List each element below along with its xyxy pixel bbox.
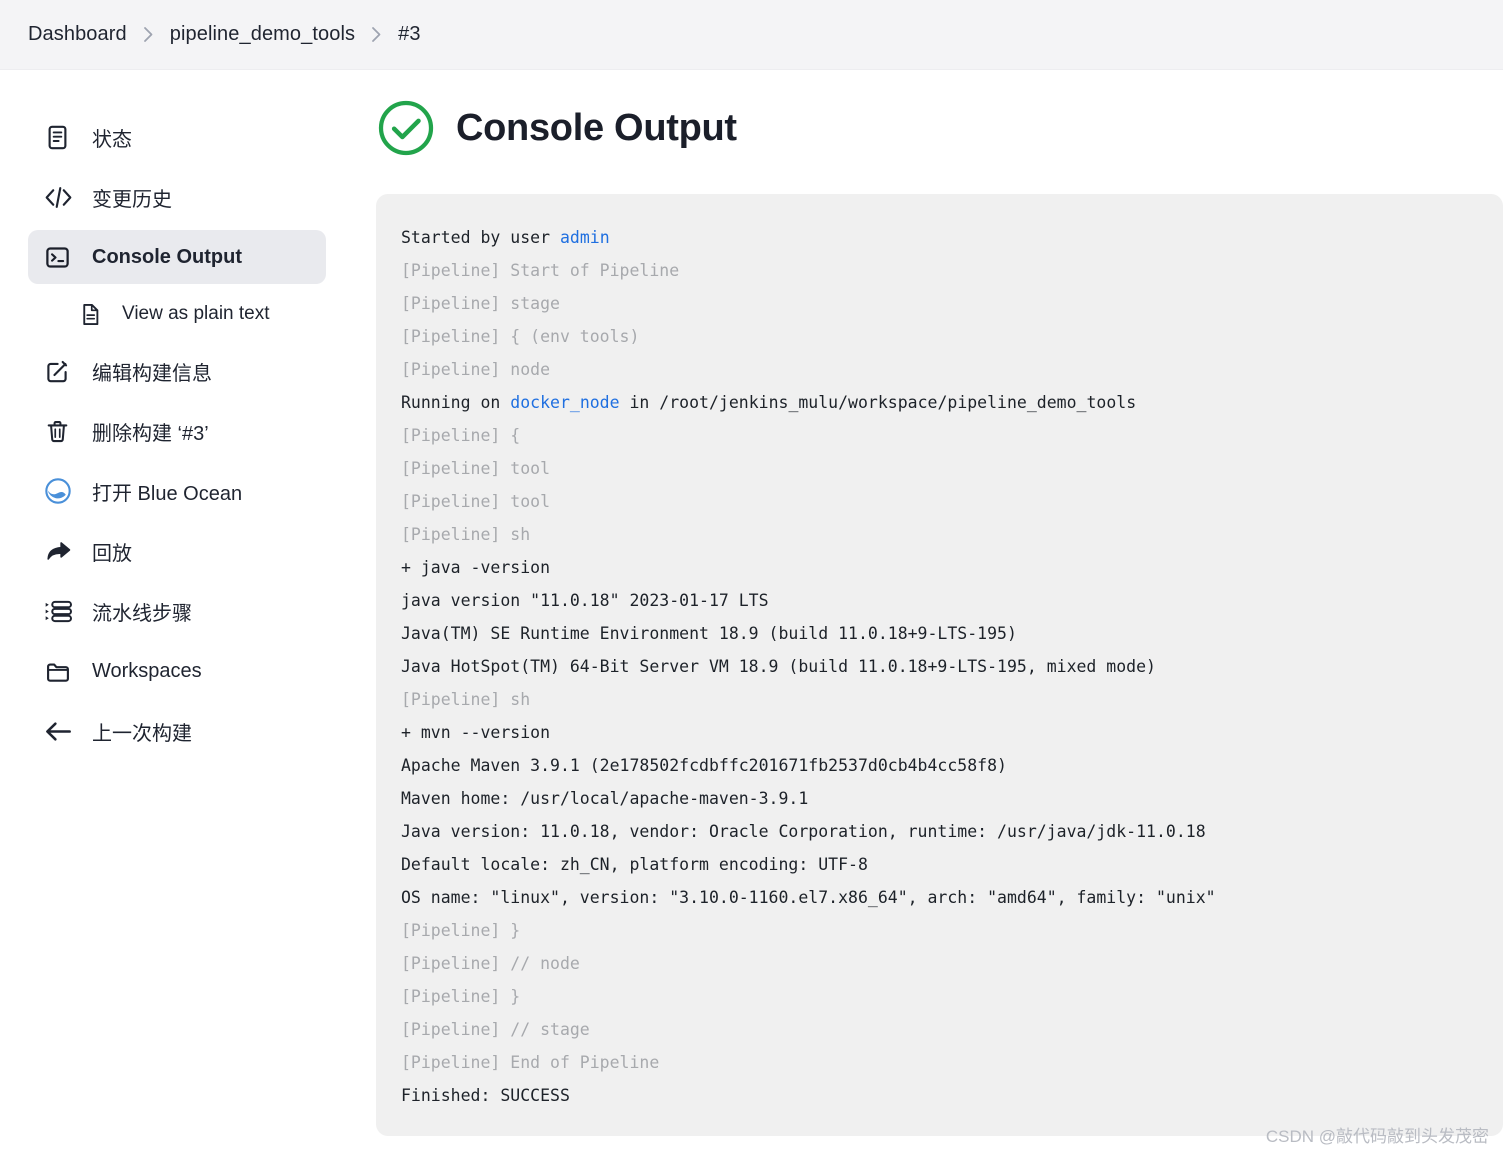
breadcrumb-separator-icon <box>143 26 154 43</box>
sidebar-item-changes[interactable]: 变更历史 <box>28 170 326 224</box>
console-log-line: Apache Maven 3.9.1 (2e178502fcdbffc20167… <box>401 756 1007 775</box>
sidebar-item-label: 变更历史 <box>92 188 172 211</box>
console-log-line: Java HotSpot(TM) 64-Bit Server VM 18.9 (… <box>401 657 1156 676</box>
sidebar-item-console-output[interactable]: Console Output <box>28 230 326 284</box>
main-content: Console Output Started by user admin [Pip… <box>352 70 1503 1136</box>
sidebar-item-open-blue-ocean[interactable]: 打开 Blue Ocean <box>28 464 326 518</box>
sidebar-item-workspaces[interactable]: Workspaces <box>28 644 326 698</box>
console-log-line: [Pipeline] Start of Pipeline <box>401 261 680 280</box>
pipeline-steps-icon <box>44 598 78 625</box>
console-log-line: Java version: 11.0.18, vendor: Oracle Co… <box>401 822 1206 841</box>
sidebar: 状态 变更历史 Console Output View as plain tex… <box>0 70 352 764</box>
console-log-line: [Pipeline] tool <box>401 459 551 478</box>
console-log-line: OS name: "linux", version: "3.10.0-1160.… <box>401 888 1216 907</box>
console-log-line: [Pipeline] node <box>401 360 551 379</box>
console-log-line: [Pipeline] // node <box>401 954 580 973</box>
sidebar-item-previous-build[interactable]: 上一次构建 <box>28 704 326 758</box>
breadcrumb-build[interactable]: #3 <box>398 23 420 46</box>
sidebar-item-label: 编辑构建信息 <box>92 362 212 385</box>
sidebar-item-label: 回放 <box>92 542 132 565</box>
terminal-icon <box>44 244 78 271</box>
console-log-line: Finished: SUCCESS <box>401 1086 570 1105</box>
console-log-line: Java(TM) SE Runtime Environment 18.9 (bu… <box>401 624 1017 643</box>
sidebar-item-view-as-plain-text[interactable]: View as plain text <box>62 290 326 338</box>
plain-text-icon <box>78 302 108 327</box>
trash-icon <box>44 418 78 445</box>
console-log-line: [Pipeline] { (env tools) <box>401 327 640 346</box>
sidebar-item-label: View as plain text <box>122 303 270 324</box>
folder-icon <box>44 658 78 685</box>
breadcrumb-job[interactable]: pipeline_demo_tools <box>170 23 355 46</box>
breadcrumb-dashboard[interactable]: Dashboard <box>28 23 127 46</box>
console-log-line: Started by user admin <box>401 228 610 247</box>
console-log-line: [Pipeline] sh <box>401 690 531 709</box>
console-log-line: [Pipeline] tool <box>401 492 551 511</box>
console-log-line: [Pipeline] } <box>401 921 521 940</box>
sidebar-item-label: Workspaces <box>92 659 202 682</box>
console-log-link[interactable]: docker_node <box>510 393 619 412</box>
arrow-left-icon <box>44 718 78 745</box>
edit-icon <box>44 358 78 385</box>
sidebar-item-label: 上一次构建 <box>92 722 192 745</box>
console-log-line: Running on docker_node in /root/jenkins_… <box>401 393 1137 412</box>
blue-ocean-icon <box>44 477 78 505</box>
console-log-line: [Pipeline] { <box>401 426 521 445</box>
sidebar-item-pipeline-steps[interactable]: 流水线步骤 <box>28 584 326 638</box>
page-header: Console Output <box>376 98 1503 158</box>
console-log-line: Maven home: /usr/local/apache-maven-3.9.… <box>401 789 809 808</box>
sidebar-item-label: 流水线步骤 <box>92 602 192 625</box>
sidebar-item-label: 删除构建 ‘#3’ <box>92 422 209 445</box>
sidebar-item-label: 打开 Blue Ocean <box>92 482 243 505</box>
watermark: CSDN @敲代码敲到头发茂密 <box>1265 1127 1489 1146</box>
code-icon <box>44 184 78 211</box>
console-log-line: + mvn --version <box>401 723 551 742</box>
page-title: Console Output <box>456 106 737 149</box>
sidebar-item-label: 状态 <box>92 128 132 151</box>
console-log-line: + java -version <box>401 558 551 577</box>
sidebar-item-status[interactable]: 状态 <box>28 110 326 164</box>
console-log-link[interactable]: admin <box>560 228 610 247</box>
replay-icon <box>44 538 78 565</box>
console-log-line: Default locale: zh_CN, platform encoding… <box>401 855 868 874</box>
sidebar-item-label: Console Output <box>92 245 242 268</box>
console-log-line: [Pipeline] // stage <box>401 1020 590 1039</box>
breadcrumb: Dashboard pipeline_demo_tools #3 <box>0 0 1503 70</box>
breadcrumb-separator-icon-2 <box>371 26 382 43</box>
document-icon <box>44 124 78 151</box>
success-check-icon <box>376 98 436 158</box>
console-output-log[interactable]: Started by user admin [Pipeline] Start of… <box>376 194 1503 1136</box>
sidebar-item-replay[interactable]: 回放 <box>28 524 326 578</box>
sidebar-item-edit-build-information[interactable]: 编辑构建信息 <box>28 344 326 398</box>
page-body: 状态 变更历史 Console Output View as plain tex… <box>0 70 1503 1136</box>
sidebar-item-delete-build[interactable]: 删除构建 ‘#3’ <box>28 404 326 458</box>
console-log-line: [Pipeline] sh <box>401 525 531 544</box>
console-log-line: [Pipeline] } <box>401 987 521 1006</box>
console-log-line: [Pipeline] stage <box>401 294 560 313</box>
console-log-line: [Pipeline] End of Pipeline <box>401 1053 660 1072</box>
console-log-line: java version "11.0.18" 2023-01-17 LTS <box>401 591 769 610</box>
